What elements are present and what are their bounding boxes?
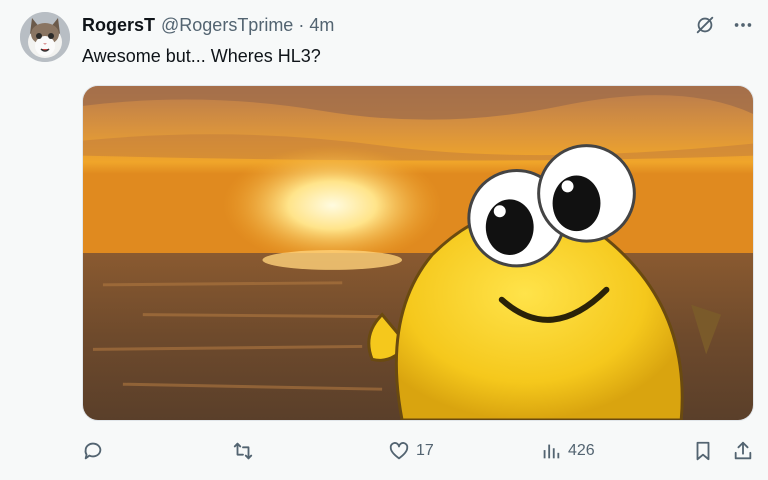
bookmark-button[interactable] [692,438,714,464]
tweet-media-gif[interactable] [82,85,754,421]
separator-dot: · [298,15,305,35]
analytics-icon [543,444,560,459]
top-actions [694,14,754,36]
views-button[interactable]: 426 [540,438,595,464]
reply-button[interactable] [82,438,104,464]
sunset-cartoon-image [83,86,753,420]
avatar-image [20,12,70,62]
more-icon[interactable] [732,14,754,36]
timestamp[interactable]: 4m [309,14,334,36]
share-button[interactable] [732,438,754,464]
like-button[interactable]: 17 [388,438,434,464]
retweet-button[interactable] [232,438,254,464]
avatar[interactable] [20,12,70,62]
views-count: 426 [568,442,595,459]
reply-icon [84,442,102,460]
tweet-action-bar: 17 426 [82,438,754,464]
heart-icon [389,442,409,460]
grok-icon[interactable] [694,14,716,36]
bookmark-icon [696,441,710,461]
author-handle[interactable]: @RogersTprime [161,14,293,36]
share-icon [734,441,752,460]
author-name[interactable]: RogersT [82,14,155,36]
retweet-icon [233,442,253,460]
like-count: 17 [416,442,434,459]
tweet-text: Awesome but... Wheres HL3? [82,46,321,66]
tweet-header: RogersT @RogersTprime · 4m [82,14,334,36]
